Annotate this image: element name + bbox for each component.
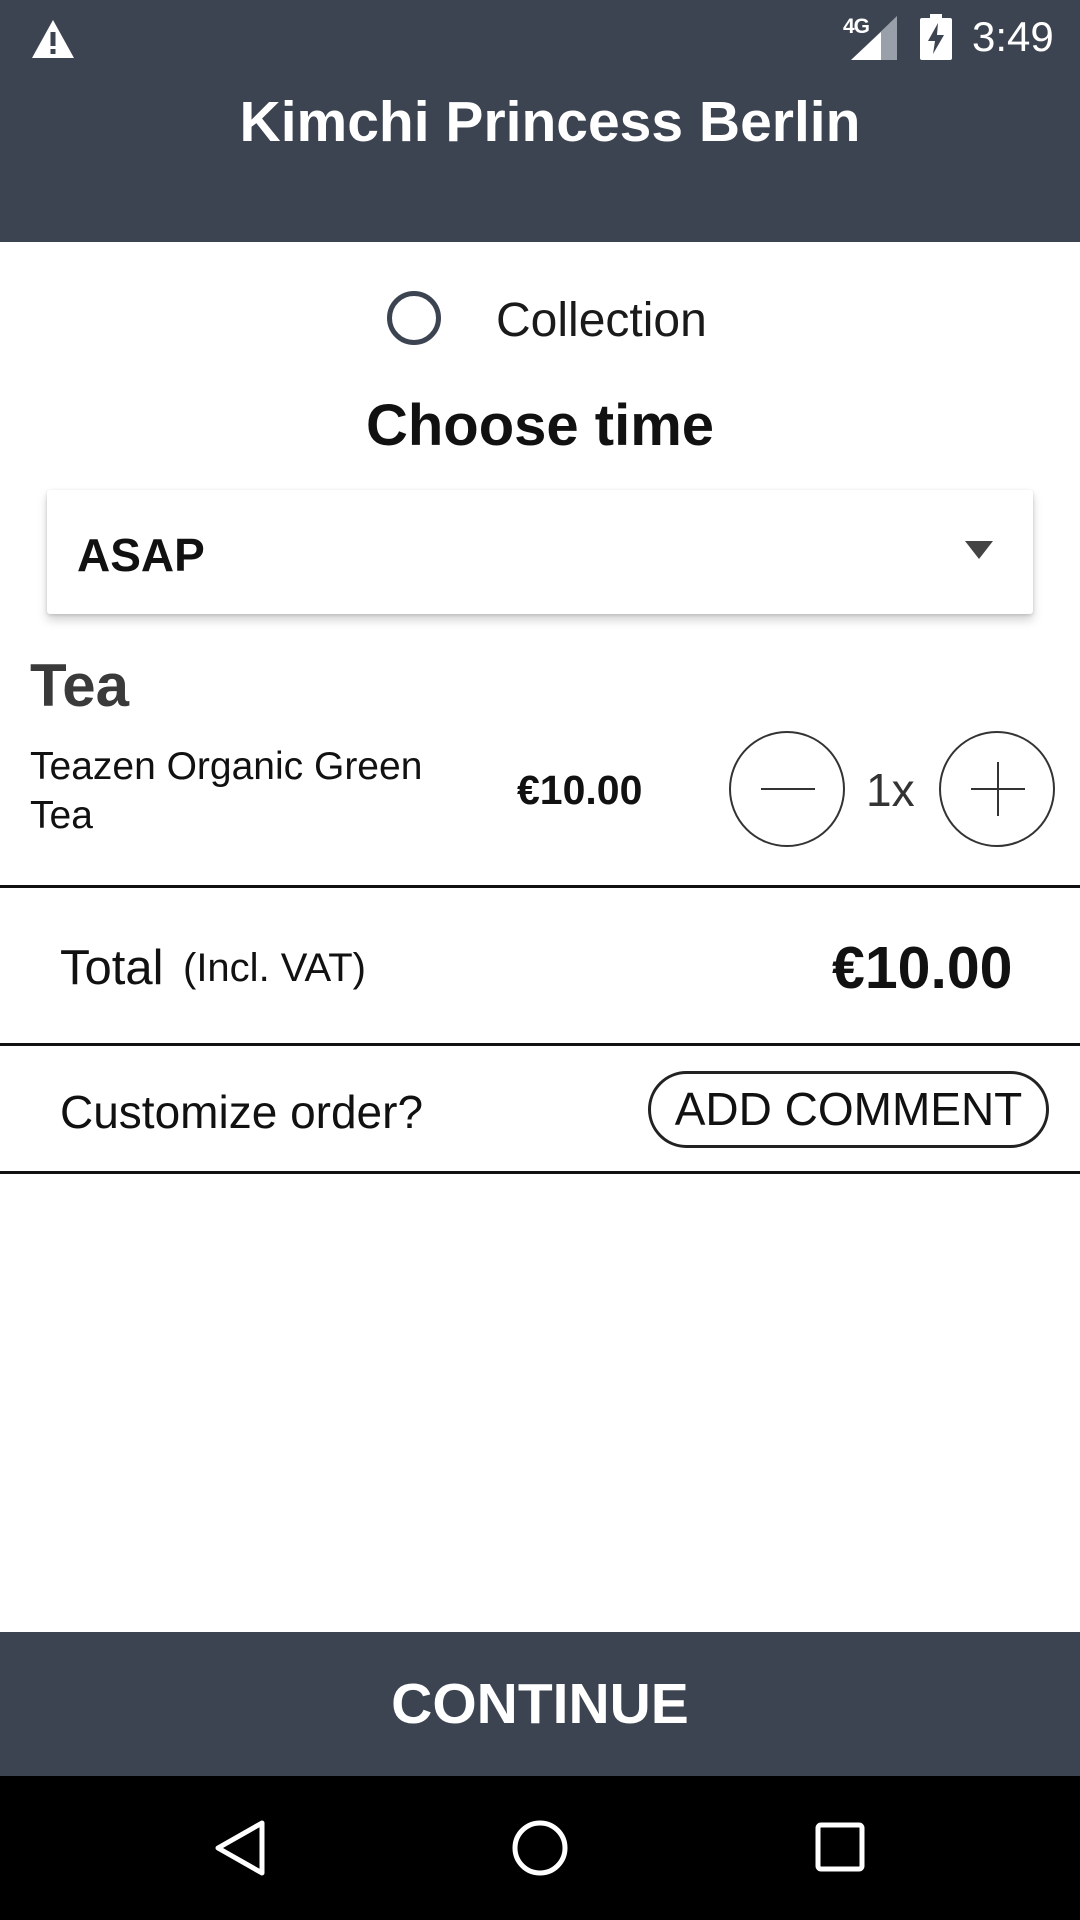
collection-radio[interactable] xyxy=(387,291,441,345)
time-select[interactable]: ASAP xyxy=(47,490,1033,614)
collection-label[interactable]: Collection xyxy=(496,293,707,348)
warning-icon xyxy=(32,20,74,58)
time-select-value: ASAP xyxy=(77,529,205,581)
divider xyxy=(0,1043,1080,1046)
choose-time-heading: Choose time xyxy=(365,393,715,458)
home-icon[interactable] xyxy=(511,1819,569,1877)
signal-icon xyxy=(851,16,897,60)
battery-charging-icon xyxy=(920,14,952,60)
add-comment-button[interactable]: ADD COMMENT xyxy=(648,1071,1049,1148)
divider xyxy=(0,1171,1080,1174)
chevron-down-icon xyxy=(965,541,993,559)
customize-label: Customize order? xyxy=(60,1086,424,1138)
decrease-quantity-button[interactable] xyxy=(729,731,845,847)
divider xyxy=(0,885,1080,888)
status-clock: 3:49 xyxy=(972,13,1054,60)
continue-button[interactable]: CONTINUE xyxy=(0,1632,1080,1776)
page-title: Kimchi Princess Berlin xyxy=(239,90,861,154)
quantity-value: 1x xyxy=(866,764,915,816)
total-label: Total xyxy=(60,941,164,995)
plus-icon-vertical xyxy=(997,762,999,816)
vat-note: (Incl. VAT) xyxy=(183,946,366,990)
category-heading: Tea xyxy=(30,652,129,719)
total-value: €10.00 xyxy=(832,935,1013,1001)
increase-quantity-button[interactable] xyxy=(939,731,1055,847)
item-name: Teazen Organic Green Tea xyxy=(30,745,423,837)
item-price: €10.00 xyxy=(517,767,643,813)
minus-icon xyxy=(761,788,815,790)
back-icon[interactable] xyxy=(212,1818,268,1878)
recents-icon[interactable] xyxy=(815,1822,865,1872)
